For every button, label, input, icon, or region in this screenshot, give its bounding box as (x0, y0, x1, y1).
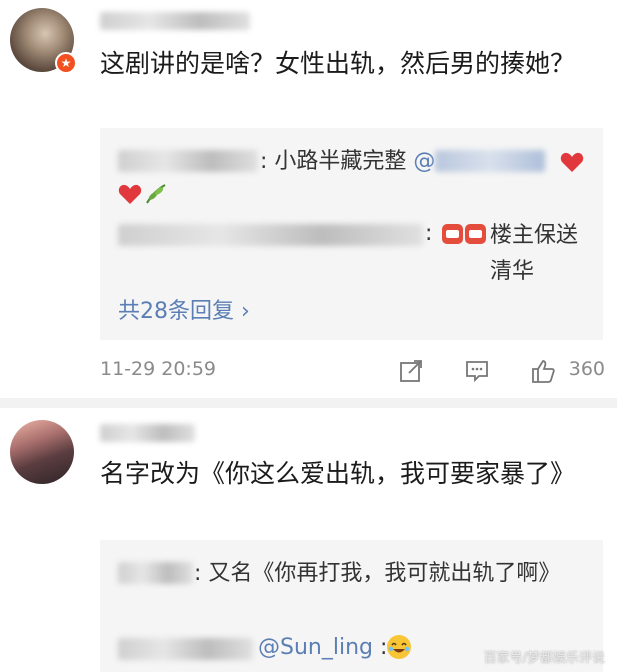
verified-badge-icon: ★ (55, 52, 77, 74)
reply-item: : 小路半藏完整 @ (260, 146, 435, 178)
reply-item: : (425, 218, 432, 250)
mention-link[interactable]: @Sun_ling (258, 635, 373, 660)
leaf-emoji-icon (146, 184, 166, 204)
mention-link[interactable]: @ (413, 149, 435, 174)
timestamp: 11-29 20:59 (100, 358, 217, 380)
reply-text: : (425, 221, 433, 246)
heart-emoji-icon (560, 152, 584, 172)
avatar[interactable] (10, 420, 74, 484)
username-redacted[interactable] (100, 12, 250, 30)
mention-redacted[interactable] (435, 150, 545, 172)
comment-footer: 11-29 20:59 360 (100, 358, 605, 388)
reply-username-redacted[interactable] (118, 150, 258, 172)
encourage-emoji-icon (442, 224, 486, 244)
share-icon[interactable] (398, 358, 424, 384)
comment-icon[interactable] (464, 358, 490, 384)
comment-text: 这剧讲的是啥？女性出轨，然后男的揍她？ (100, 49, 576, 78)
reply-text-tail: 楼主保送清华 (490, 223, 579, 284)
watermark: 百家号/梦都娱乐评说 (483, 651, 605, 666)
reply-username-redacted[interactable] (118, 562, 193, 584)
heart-emoji-icon (118, 184, 142, 204)
reply-username-redacted[interactable] (118, 638, 253, 660)
like-icon[interactable] (530, 358, 556, 384)
comment-text: 名字改为《你这么爱出轨，我可要家暴了》 (100, 459, 576, 488)
more-replies-link[interactable]: 共28条回复 › (118, 293, 250, 325)
reply-text: : 小路半藏完整 (260, 149, 407, 174)
reply-text: 楼主保送清华 (490, 218, 580, 290)
username-redacted[interactable] (100, 424, 195, 442)
laughing-emoji-icon (387, 635, 411, 659)
like-count: 360 (568, 358, 605, 380)
reply-item: @Sun_ling : (258, 632, 387, 664)
reply-username-redacted[interactable] (118, 224, 423, 246)
reply-text: : 又名《你再打我，我可就出轨了啊》 (194, 561, 561, 586)
reply-item: : 又名《你再打我，我可就出轨了啊》 (194, 556, 564, 592)
divider (0, 398, 617, 408)
